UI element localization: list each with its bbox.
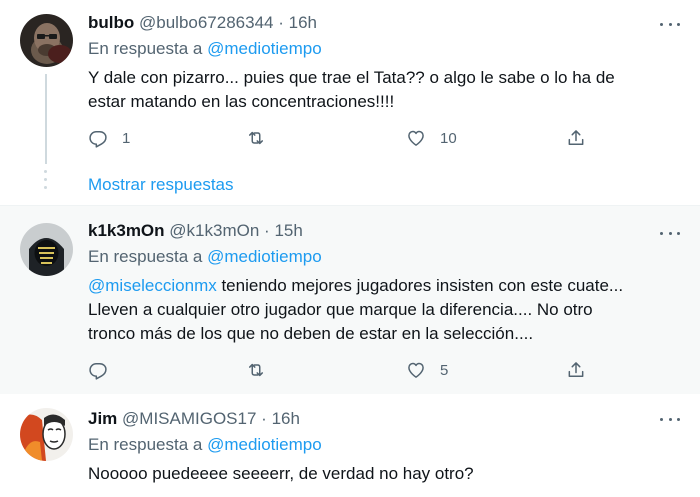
- tweet-header: k1k3mOn @k1k3mOn · 15h: [88, 219, 670, 243]
- separator: ·: [264, 221, 270, 240]
- tweet-text-line: estar matando en las concentraciones!!!!: [88, 92, 395, 111]
- retweet-button[interactable]: [246, 126, 280, 150]
- more-icon[interactable]: [660, 409, 680, 429]
- reply-prefix: En respuesta a: [88, 435, 203, 454]
- like-count: 5: [440, 361, 449, 379]
- reply-prefix: En respuesta a: [88, 247, 203, 266]
- heart-icon: [408, 130, 424, 146]
- show-replies-link[interactable]: Mostrar respuestas: [88, 173, 234, 197]
- tweet-text-line: Lleven a cualquier otro jugador que marq…: [88, 300, 593, 319]
- thread-line: [45, 74, 47, 164]
- tweet-text-line: Nooooo puedeeee seeeerr, de verdad no ha…: [88, 464, 474, 483]
- retweet-icon: [249, 363, 263, 377]
- tweet-text: @miseleccionmx teniendo mejores jugadore…: [88, 274, 670, 346]
- thread-dots: [44, 170, 48, 194]
- reply-icon: [89, 131, 107, 148]
- tweet-text-line: Y dale con pizarro... puies que trae el …: [88, 68, 615, 87]
- retweet-button[interactable]: [246, 358, 280, 382]
- reply-count: 1: [122, 129, 131, 147]
- reply-button[interactable]: [88, 358, 122, 382]
- avatar-image: [20, 14, 73, 67]
- mention-link[interactable]: @miseleccionmx: [88, 276, 217, 295]
- retweet-icon: [249, 131, 263, 145]
- tweet-actions: 5: [88, 358, 608, 382]
- avatar[interactable]: [20, 408, 73, 461]
- tweet-header: bulbo @bulbo67286344 · 16h: [88, 11, 670, 35]
- tweet-k1k3mon[interactable]: k1k3mOn @k1k3mOn · 15h En respuesta a @m…: [0, 205, 700, 395]
- timestamp[interactable]: 16h: [272, 409, 300, 428]
- avatar-image: [20, 223, 73, 276]
- display-name[interactable]: k1k3mOn: [88, 221, 165, 240]
- more-icon[interactable]: [660, 223, 680, 243]
- reply-context: En respuesta a @mediotiempo: [88, 245, 670, 269]
- tweet-text: Nooooo puedeeee seeeerr, de verdad no ha…: [88, 462, 670, 486]
- reply-context: En respuesta a @mediotiempo: [88, 433, 670, 457]
- user-handle[interactable]: @k1k3mOn: [169, 221, 259, 240]
- tweet-bulbo[interactable]: bulbo @bulbo67286344 · 16h En respuesta …: [0, 0, 700, 205]
- display-name[interactable]: bulbo: [88, 13, 134, 32]
- share-button[interactable]: [566, 358, 586, 382]
- like-count: 10: [440, 129, 457, 147]
- tweet-jim[interactable]: Jim @MISAMIGOS17 · 16h En respuesta a @m…: [0, 394, 700, 497]
- tweet-text-line: @miseleccionmx teniendo mejores jugadore…: [88, 274, 670, 298]
- share-button[interactable]: [566, 126, 586, 150]
- reply-to-link[interactable]: @mediotiempo: [207, 247, 322, 266]
- like-button[interactable]: 5: [406, 358, 448, 382]
- tweet-actions: 1 10: [88, 126, 608, 150]
- reply-to-link[interactable]: @mediotiempo: [207, 435, 322, 454]
- avatar[interactable]: [20, 14, 73, 67]
- timestamp[interactable]: 16h: [289, 13, 317, 32]
- reply-to-link[interactable]: @mediotiempo: [207, 39, 322, 58]
- heart-icon: [408, 362, 424, 378]
- share-icon: [568, 362, 584, 377]
- reply-icon: [89, 363, 107, 380]
- tweet-text: Y dale con pizarro... puies que trae el …: [88, 66, 670, 114]
- reply-prefix: En respuesta a: [88, 39, 203, 58]
- separator: ·: [261, 409, 267, 428]
- more-icon[interactable]: [660, 14, 680, 34]
- reply-button[interactable]: 1: [88, 126, 130, 150]
- user-handle[interactable]: @MISAMIGOS17: [122, 409, 256, 428]
- tweet-text-fragment: teniendo mejores jugadores insisten con …: [216, 276, 624, 295]
- timestamp[interactable]: 15h: [274, 221, 302, 240]
- reply-context: En respuesta a @mediotiempo: [88, 37, 670, 61]
- tweet-header: Jim @MISAMIGOS17 · 16h: [88, 407, 670, 431]
- avatar-image: [20, 408, 73, 461]
- like-button[interactable]: 10: [406, 126, 457, 150]
- tweet-text-line: tronco más de los que no deben de estar …: [88, 324, 534, 343]
- avatar[interactable]: [20, 223, 73, 276]
- display-name[interactable]: Jim: [88, 409, 117, 428]
- separator: ·: [278, 13, 284, 32]
- user-handle[interactable]: @bulbo67286344: [139, 13, 274, 32]
- share-icon: [568, 130, 584, 145]
